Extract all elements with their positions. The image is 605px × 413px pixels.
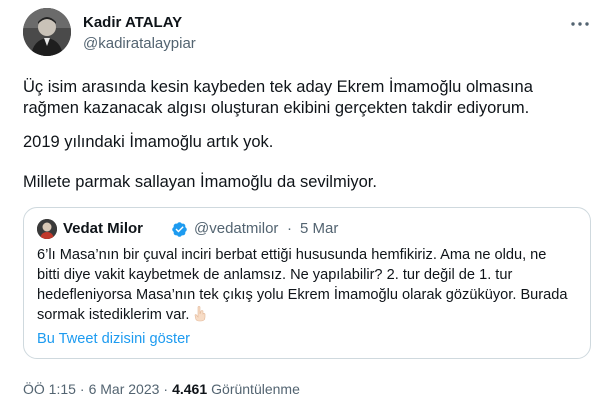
pointing-down-hand-icon: [193, 306, 207, 328]
tweet-meta: ÖÖ 1:15 · 6 Mar 2023 · 4.461 Görüntülenm…: [23, 379, 300, 399]
quoted-date[interactable]: 5 Mar: [300, 220, 338, 237]
quoted-separator: ·: [287, 220, 292, 237]
tweet-line: Millete parmak sallayan İmamoğlu da sevi…: [23, 173, 377, 191]
tweet-time[interactable]: ÖÖ 1:15: [23, 381, 76, 397]
author-avatar-image: [23, 8, 71, 56]
tweet-card: Kadir ATALAY @kadiratalaypiar Üç isim ar…: [0, 0, 605, 413]
show-thread-link[interactable]: Bu Tweet dizisini göster: [37, 331, 190, 347]
tweet-paragraph-2: 2019 yılındaki İmamoğlu artık yok.: [23, 132, 593, 153]
quoted-line-last: sormak istediklerim var.: [37, 305, 582, 328]
meta-separator: ·: [163, 381, 169, 397]
quoted-avatar-image: [37, 219, 57, 239]
views-count: 4.461: [172, 381, 208, 397]
quoted-author-handle[interactable]: @vedatmilor: [194, 220, 278, 237]
quoted-line: 6’lı Masa’nın bir çuval inciri berbat et…: [37, 247, 547, 263]
quoted-tweet-text: 6’lı Masa’nın bir çuval inciri berbat et…: [37, 245, 582, 328]
quoted-line-text: sormak istediklerim var.: [37, 307, 190, 323]
quoted-line: bitti diye vakit kaybetmek de anlamsız. …: [37, 267, 513, 283]
quoted-author-avatar[interactable]: [37, 219, 57, 239]
tweet-line: 2019 yılındaki İmamoğlu artık yok.: [23, 133, 274, 151]
more-dots-icon[interactable]: [568, 14, 592, 34]
tweet-line: rağmen kazanacak algısı oluşturan ekibin…: [23, 99, 530, 117]
author-name[interactable]: Kadir ATALAY: [83, 14, 182, 31]
tweet-date[interactable]: 6 Mar 2023: [89, 381, 160, 397]
views-label: Görüntülenme: [211, 381, 300, 397]
verified-badge-icon: [172, 222, 187, 237]
meta-separator: ·: [79, 381, 85, 397]
quoted-tweet[interactable]: Vedat Milor @vedatmilor · 5 Mar 6’lı Mas…: [23, 207, 591, 359]
tweet-paragraph-1: Üç isim arasında kesin kaybeden tek aday…: [23, 77, 593, 119]
tweet-line: Üç isim arasında kesin kaybeden tek aday…: [23, 78, 533, 96]
author-avatar[interactable]: [23, 8, 71, 56]
quoted-author-name[interactable]: Vedat Milor: [63, 220, 143, 237]
quoted-line: hedefleniyorsa Masa’nın tek çıkış yolu E…: [37, 287, 568, 303]
author-handle[interactable]: @kadiratalaypiar: [83, 35, 196, 52]
tweet-paragraph-3: Millete parmak sallayan İmamoğlu da sevi…: [23, 172, 593, 193]
